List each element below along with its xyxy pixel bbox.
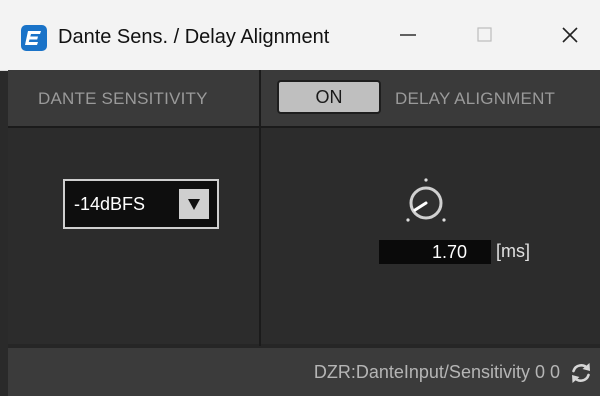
refresh-icon[interactable]	[568, 360, 594, 386]
delay-alignment-header: ON DELAY ALIGNMENT	[261, 70, 600, 128]
dante-sensitivity-delay-window: Dante Sens. / Delay Alignment DANTE SENS…	[0, 0, 600, 396]
close-button[interactable]	[540, 0, 600, 70]
dropdown-arrow-button[interactable]	[179, 189, 209, 219]
title-bar[interactable]: Dante Sens. / Delay Alignment	[0, 0, 600, 71]
minimize-button[interactable]	[378, 0, 438, 70]
delay-value-field[interactable]: 1.70	[379, 240, 491, 264]
status-text: DZR:DanteInput/Sensitivity 0 0	[313, 362, 560, 382]
delay-panel: 1.70 [ms]	[261, 128, 600, 344]
delay-on-button[interactable]: ON	[277, 80, 381, 114]
window-title: Dante Sens. / Delay Alignment	[58, 26, 330, 48]
delay-alignment-label: DELAY ALIGNMENT	[395, 89, 556, 108]
delay-value: 1.70	[431, 242, 467, 262]
maximize-button[interactable]	[455, 0, 515, 70]
maximize-icon	[477, 27, 492, 42]
delay-unit-label: [ms]	[496, 241, 530, 261]
sensitivity-select[interactable]: -14dBFS	[63, 179, 219, 229]
app-icon	[21, 25, 47, 51]
on-button-label: ON	[315, 86, 343, 107]
status-bar: DZR:DanteInput/Sensitivity 0 0	[8, 348, 600, 396]
dropdown-arrow-icon	[188, 199, 200, 210]
main-panel: DANTE SENSITIVITY ON DELAY ALIGNMENT -14…	[8, 70, 600, 396]
minimize-icon	[400, 34, 416, 36]
dante-sensitivity-label: DANTE SENSITIVITY	[38, 89, 208, 108]
dante-sensitivity-header: DANTE SENSITIVITY	[8, 70, 261, 128]
sensitivity-value: -14dBFS	[74, 194, 146, 214]
sensitivity-panel: -14dBFS	[8, 128, 259, 344]
close-icon	[562, 27, 578, 43]
delay-knob[interactable]	[401, 176, 451, 226]
